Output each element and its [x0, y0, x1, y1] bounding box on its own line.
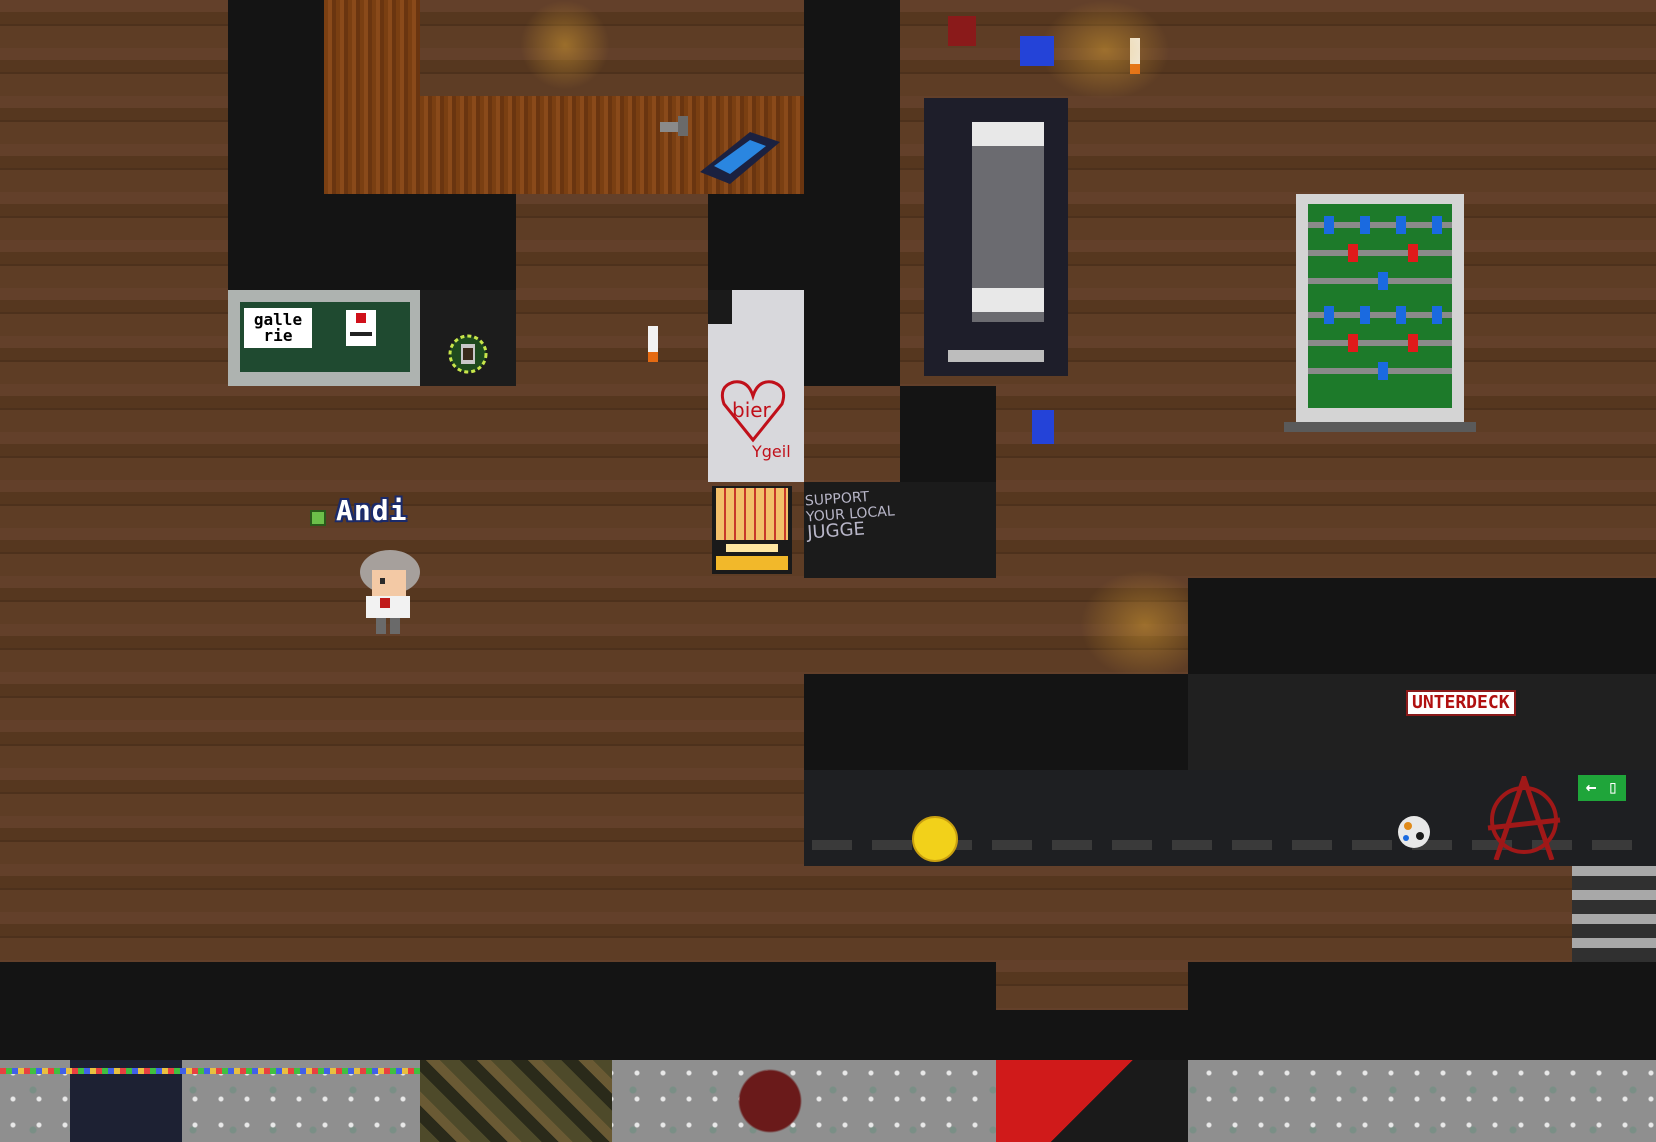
online-status-icon	[310, 510, 326, 526]
arcade-machine[interactable]	[924, 98, 1068, 376]
fridge-heart-text: bier	[732, 398, 771, 422]
exit-sign-icon[interactable]: ← ▯	[1578, 775, 1626, 801]
player-name[interactable]: Andi	[336, 494, 407, 527]
lamp-glow	[520, 0, 610, 90]
face-drawing	[346, 310, 376, 346]
wall-bottom	[0, 962, 996, 1060]
wall-lower-middle	[804, 674, 1188, 770]
wall-room-top-left-lower	[228, 190, 516, 290]
wall-right-block	[900, 386, 996, 482]
sparkle-item-icon[interactable]	[1394, 812, 1434, 852]
camo-wall	[420, 1060, 612, 1142]
rug	[324, 0, 420, 194]
lamp-glow	[1040, 0, 1170, 100]
wall-center-block	[708, 194, 804, 290]
anarchy-symbol-icon[interactable]	[1482, 770, 1566, 861]
gallerie-board[interactable]: galle rie	[228, 290, 420, 386]
red-cup-icon[interactable]	[948, 16, 976, 46]
foosball-base	[1284, 422, 1476, 432]
beer-badge-icon[interactable]	[448, 334, 488, 374]
gallerie-line2: rie	[263, 326, 293, 345]
chalk-graffiti: SUPPORT YOUR LOCAL JUGGE	[804, 489, 896, 544]
stair-railing[interactable]	[1572, 866, 1656, 962]
blue-pillow-icon[interactable]	[690, 122, 790, 192]
foosball-table[interactable]	[1296, 194, 1464, 422]
cigarette-icon[interactable]	[648, 326, 658, 362]
wall-center-column	[804, 0, 900, 386]
wall-bottom-gap	[996, 1010, 1188, 1060]
game-viewport[interactable]: galle rie bier Ygeil SUPPORT YOUR LOCAL …	[0, 0, 1656, 1142]
player-avatar[interactable]	[356, 548, 426, 638]
fridge[interactable]: bier Ygeil	[708, 290, 804, 482]
graffiti-wall	[710, 1060, 860, 1142]
string-lights	[0, 1068, 420, 1074]
waffle-grill[interactable]	[712, 486, 792, 574]
wall-bottom-right	[1188, 962, 1656, 1060]
unterdeck-sign[interactable]: UNTERDECK	[1406, 690, 1516, 716]
fridge-tag-text: Ygeil	[752, 442, 791, 461]
wall-lower-bar	[1188, 674, 1656, 770]
wall-lower-right	[1188, 578, 1656, 674]
coin-icon[interactable]	[912, 816, 958, 862]
blue-cup-icon[interactable]	[1032, 410, 1054, 444]
blue-cup-icon[interactable]	[1020, 36, 1054, 66]
flag-wall	[996, 1060, 1188, 1142]
